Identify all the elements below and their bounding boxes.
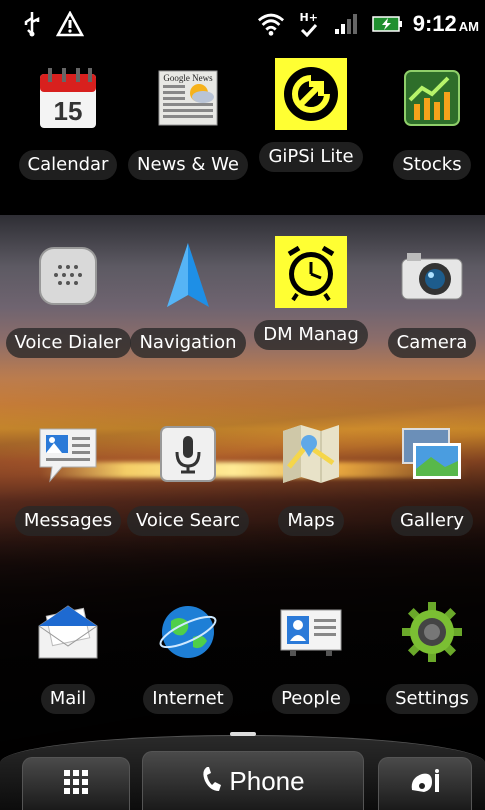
hspa-plus-icon: H+ (295, 10, 323, 38)
app-mail[interactable]: Mail (8, 592, 128, 742)
app-label: Settings (386, 684, 478, 714)
internet-icon (148, 592, 228, 672)
warning-icon (56, 10, 84, 38)
app-label: News & We (128, 150, 248, 180)
people-icon (271, 592, 351, 672)
app-voice-search[interactable]: Voice Searc (126, 414, 250, 564)
signal-icon (333, 10, 361, 38)
app-label: GiPSi Lite (259, 142, 363, 172)
navigation-icon (148, 236, 228, 316)
status-bar[interactable]: H+ 9:12 AM (0, 0, 485, 48)
voice-search-icon (148, 414, 228, 494)
news-weather-icon: Google News (148, 58, 228, 138)
app-label: Voice Searc (126, 506, 250, 536)
grid-icon (63, 769, 89, 799)
app-label: Camera (387, 328, 477, 358)
battery-charging-icon (371, 10, 403, 38)
calendar-icon: 15 (28, 58, 108, 138)
messages-icon (28, 414, 108, 494)
app-maps[interactable]: Maps (251, 414, 371, 564)
app-label: Mail (40, 684, 96, 714)
gipsi-icon (275, 58, 347, 130)
stocks-icon (392, 58, 472, 138)
app-stocks[interactable]: Stocks (372, 58, 485, 208)
app-settings[interactable]: Settings (372, 592, 485, 742)
app-label: Maps (278, 506, 344, 536)
app-gipsi-lite[interactable]: GiPSi Lite (251, 58, 371, 208)
drawer-handle[interactable] (230, 732, 256, 736)
app-navigation[interactable]: Navigation (128, 236, 248, 386)
app-label: Messages (14, 506, 122, 536)
app-label: DM Manag (254, 320, 368, 350)
app-calendar[interactable]: 15 Calendar (8, 58, 128, 208)
dm-manager-icon (275, 236, 347, 308)
settings-icon (392, 592, 472, 672)
app-label: Gallery (390, 506, 474, 536)
all-apps-button[interactable] (22, 757, 130, 810)
app-dm-manager[interactable]: DM Manag (251, 236, 371, 386)
wifi-icon (257, 10, 285, 38)
app-internet[interactable]: Internet (128, 592, 248, 742)
dock: Phone (0, 732, 485, 810)
app-messages[interactable]: Messages (8, 414, 128, 564)
app-label: Navigation (130, 328, 246, 358)
camera-icon (392, 236, 472, 316)
phone-button[interactable]: Phone (142, 751, 364, 810)
svg-text:15: 15 (54, 96, 83, 126)
app-label: Voice Dialer (5, 328, 131, 358)
gallery-icon (392, 414, 472, 494)
phone-icon (201, 765, 223, 797)
personalize-icon (408, 768, 442, 800)
usb-icon (18, 10, 46, 38)
maps-icon (271, 414, 351, 494)
svg-text:Google News: Google News (163, 73, 213, 83)
mail-icon (28, 592, 108, 672)
app-news-weather[interactable]: Google News News & We (128, 58, 248, 208)
app-gallery[interactable]: Gallery (372, 414, 485, 564)
app-voice-dialer[interactable]: Voice Dialer (5, 236, 131, 386)
app-label: Stocks (393, 150, 471, 180)
app-label: People (272, 684, 350, 714)
app-people[interactable]: People (251, 592, 371, 742)
app-label: Internet (143, 684, 233, 714)
personalize-button[interactable] (378, 757, 472, 810)
app-label: Calendar (18, 150, 118, 180)
voice-dialer-icon (28, 236, 108, 316)
phone-label: Phone (229, 765, 305, 796)
clock: 9:12 AM (412, 11, 479, 36)
app-camera[interactable]: Camera (372, 236, 485, 386)
